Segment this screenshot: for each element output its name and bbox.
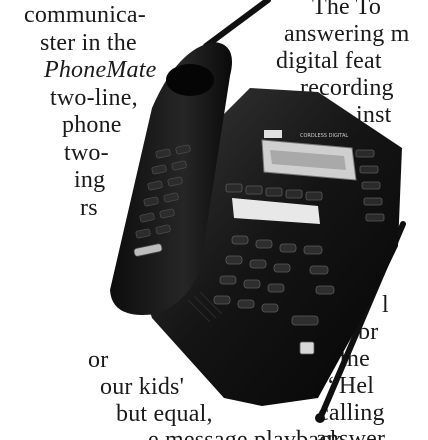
cordless-phone-illustration: CORDLESS DIGITAL bbox=[110, 0, 406, 423]
document-page: communica- ster in the PhoneMate two-lin… bbox=[0, 0, 428, 440]
brand-badge-icon bbox=[264, 130, 282, 138]
handset-earpiece bbox=[166, 64, 214, 96]
antenna-tip bbox=[315, 413, 325, 423]
lcd-label: CORDLESS DIGITAL bbox=[300, 133, 348, 139]
phone-photo: CORDLESS DIGITAL bbox=[0, 0, 428, 440]
handset-antenna bbox=[203, 0, 271, 49]
